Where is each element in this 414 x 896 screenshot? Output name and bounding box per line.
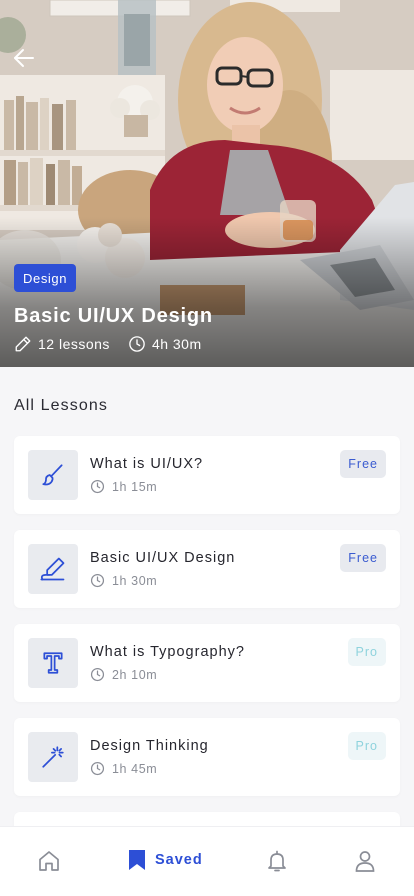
lesson-duration-text: 2h 10m bbox=[112, 667, 158, 682]
lesson-duration-text: 1h 45m bbox=[112, 761, 158, 776]
lesson-thumbnail bbox=[28, 544, 78, 594]
lesson-title: What is UI/UX? bbox=[90, 456, 204, 472]
lesson-title: Design Thinking bbox=[90, 738, 209, 754]
user-icon bbox=[355, 851, 375, 872]
lesson-card[interactable]: What is Typography? 2h 10m Pro bbox=[14, 624, 400, 702]
free-tag: Free bbox=[340, 544, 386, 572]
tab-notifications[interactable] bbox=[265, 849, 289, 873]
lesson-duration: 1h 30m bbox=[90, 573, 157, 588]
typography-icon bbox=[43, 652, 63, 674]
clock-icon bbox=[90, 761, 105, 776]
lessons-count-text: 12 lessons bbox=[38, 336, 110, 352]
tab-saved-label: Saved bbox=[155, 852, 203, 868]
pencil-icon bbox=[15, 336, 31, 352]
lesson-duration: 2h 10m bbox=[90, 667, 157, 682]
course-meta: 12 lessons 4h 30m bbox=[14, 335, 220, 353]
magic-wand-icon bbox=[42, 746, 64, 768]
arrow-left-icon bbox=[14, 49, 34, 67]
lesson-duration: 1h 45m bbox=[90, 761, 157, 776]
lessons-count: 12 lessons bbox=[14, 335, 110, 353]
clock-icon bbox=[90, 479, 105, 494]
clock-icon bbox=[90, 667, 105, 682]
free-tag: Free bbox=[340, 450, 386, 478]
lesson-duration-text: 1h 15m bbox=[112, 479, 158, 494]
back-button[interactable] bbox=[10, 44, 38, 72]
lesson-card[interactable]: Basic UI/UX Design 1h 30m Free bbox=[14, 530, 400, 608]
course-duration-text: 4h 30m bbox=[151, 336, 202, 352]
lesson-thumbnail bbox=[28, 450, 78, 500]
clock-icon bbox=[90, 573, 105, 588]
bottom-tab-bar: Saved bbox=[0, 826, 414, 896]
clock-icon bbox=[129, 336, 145, 352]
section-title: All Lessons bbox=[14, 397, 108, 414]
course-hero: Design Basic UI/UX Design 12 lessons 4h … bbox=[0, 0, 414, 367]
pro-tag: Pro bbox=[347, 638, 386, 666]
category-badge: Design bbox=[14, 264, 77, 292]
lesson-duration-text: 1h 30m bbox=[112, 573, 158, 588]
home-icon bbox=[39, 851, 59, 871]
lesson-card[interactable]: Design Thinking 1h 45m Pro bbox=[14, 718, 400, 796]
lesson-duration: 1h 15m bbox=[90, 479, 157, 494]
bookmark-icon bbox=[129, 850, 145, 870]
course-duration: 4h 30m bbox=[128, 335, 202, 353]
lesson-thumbnail bbox=[28, 638, 78, 688]
lesson-title: What is Typography? bbox=[90, 644, 245, 660]
lesson-title: Basic UI/UX Design bbox=[90, 550, 236, 566]
pro-tag: Pro bbox=[347, 732, 386, 760]
tab-saved[interactable]: Saved bbox=[127, 849, 203, 871]
tab-home[interactable] bbox=[37, 849, 61, 873]
lesson-thumbnail bbox=[28, 732, 78, 782]
tab-profile[interactable] bbox=[353, 849, 377, 873]
bell-icon bbox=[268, 850, 286, 872]
brush-icon bbox=[42, 464, 63, 486]
course-title: Basic UI/UX Design bbox=[14, 305, 213, 327]
lesson-card[interactable]: What is UI/UX? 1h 15m Free bbox=[14, 436, 400, 514]
pen-icon bbox=[40, 557, 65, 581]
